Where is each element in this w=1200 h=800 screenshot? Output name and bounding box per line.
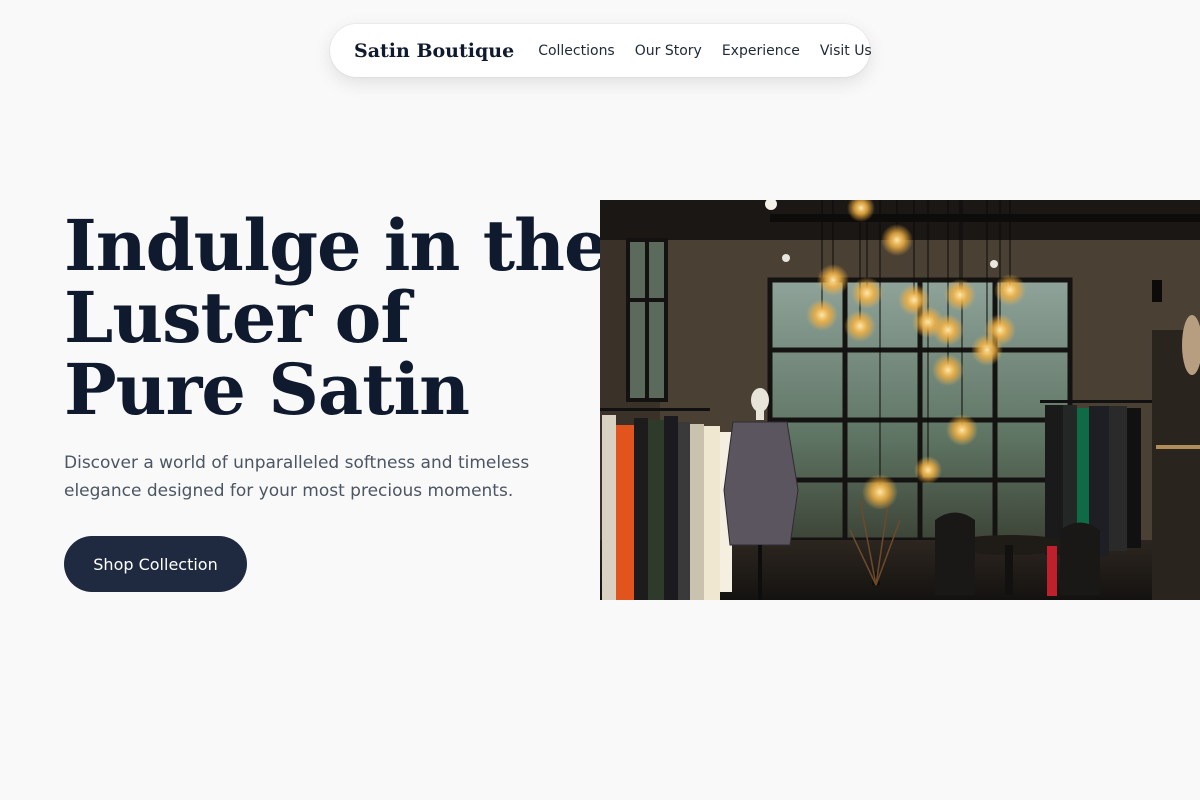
nav-link-visit-us[interactable]: Visit Us: [820, 43, 872, 59]
shop-collection-button[interactable]: Shop Collection: [64, 536, 247, 592]
hero-title-line-1: Indulge in the: [64, 204, 609, 287]
hero-subtitle-line-2: elegance designed for your most precious…: [64, 481, 514, 501]
brand-logo[interactable]: Satin Boutique: [354, 40, 514, 62]
hero-subtitle: Discover a world of unparalleled softnes…: [64, 449, 564, 505]
nav-link-our-story[interactable]: Our Story: [635, 43, 702, 59]
hero-image: [600, 200, 1200, 600]
hero-title-line-2: Luster of: [64, 276, 410, 359]
hero-title-line-3: Pure Satin: [64, 348, 470, 431]
top-navigation: Satin Boutique Collections Our Story Exp…: [330, 24, 872, 77]
nav-link-experience[interactable]: Experience: [722, 43, 800, 59]
nav-link-collections[interactable]: Collections: [538, 43, 615, 59]
hero-subtitle-line-1: Discover a world of unparalleled softnes…: [64, 453, 530, 473]
hero-title: Indulge in the Luster of Pure Satin: [64, 204, 609, 431]
boutique-interior-illustration: [600, 200, 1200, 600]
